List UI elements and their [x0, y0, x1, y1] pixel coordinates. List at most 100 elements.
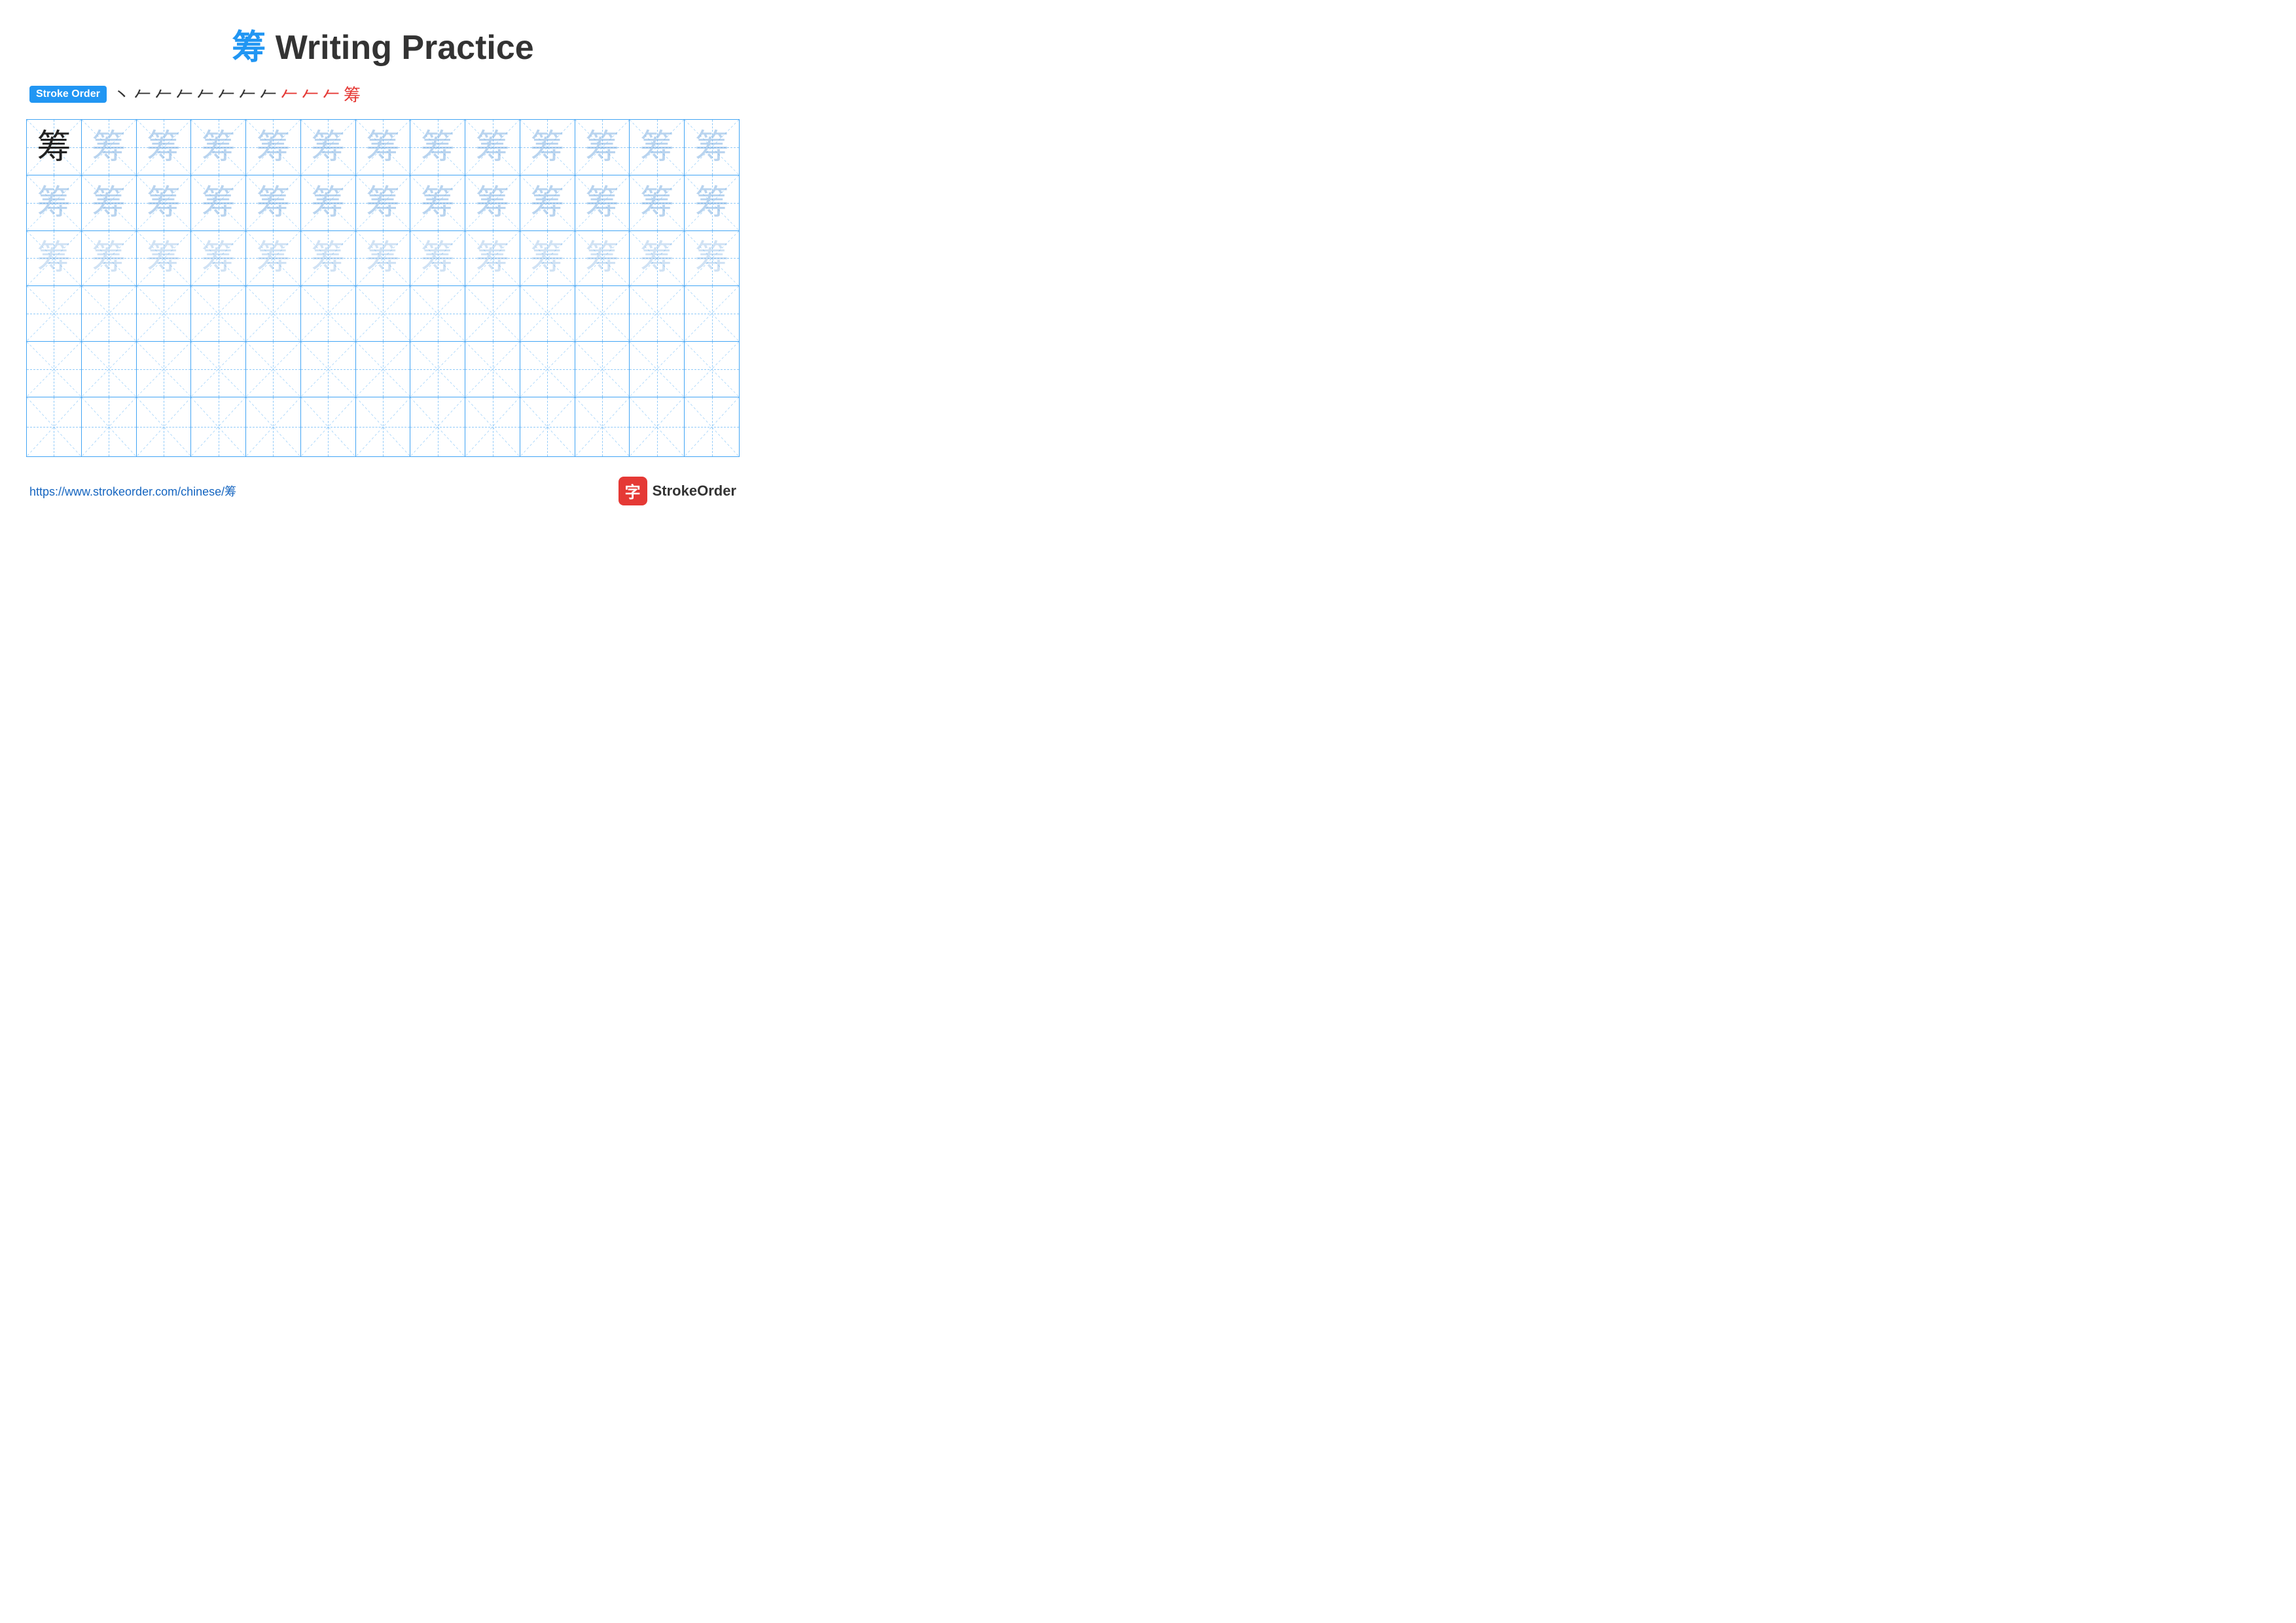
footer-brand: 字 StrokeOrder — [619, 477, 736, 505]
grid-cell-5-3[interactable] — [137, 342, 192, 397]
grid-cell-5-12[interactable] — [630, 342, 685, 397]
grid-cell-2-13[interactable]: 筹 — [685, 175, 739, 230]
grid-cell-3-9[interactable]: 筹 — [465, 231, 520, 286]
grid-cell-4-13[interactable] — [685, 286, 739, 341]
grid-cell-4-4[interactable] — [191, 286, 246, 341]
grid-cell-2-5[interactable]: 筹 — [246, 175, 301, 230]
grid-cell-6-5[interactable] — [246, 397, 301, 456]
grid-cell-3-2[interactable]: 筹 — [82, 231, 137, 286]
grid-cell-5-9[interactable] — [465, 342, 520, 397]
grid-cell-3-1[interactable]: 筹 — [27, 231, 82, 286]
grid-cell-5-4[interactable] — [191, 342, 246, 397]
grid-cell-6-7[interactable] — [356, 397, 411, 456]
footer-url[interactable]: https://www.strokeorder.com/chinese/筹 — [29, 483, 236, 500]
grid-cell-2-11[interactable]: 筹 — [575, 175, 630, 230]
grid-cell-2-8[interactable]: 筹 — [410, 175, 465, 230]
grid-cell-4-6[interactable] — [301, 286, 356, 341]
footer-logo: 字 — [619, 477, 647, 505]
grid-cell-2-12[interactable]: 筹 — [630, 175, 685, 230]
grid-cell-5-7[interactable] — [356, 342, 411, 397]
grid-cell-1-10[interactable]: 筹 — [520, 120, 575, 175]
grid-cell-2-1[interactable]: 筹 — [27, 175, 82, 230]
stroke-step-8: 𠂉 — [260, 82, 277, 106]
grid-cell-4-7[interactable] — [356, 286, 411, 341]
grid-cell-3-5[interactable]: 筹 — [246, 231, 301, 286]
stroke-step-4: 𠂉 — [176, 82, 193, 106]
stroke-step-7: 𠂉 — [239, 82, 256, 106]
grid-cell-6-6[interactable] — [301, 397, 356, 456]
grid-cell-5-13[interactable] — [685, 342, 739, 397]
stroke-order-row: Stroke Order 丶 𠂉 𠂉 𠂉 𠂉 𠂉 𠂉 𠂉 𠂉 𠂉 𠂉 筹 — [26, 82, 740, 106]
grid-cell-4-3[interactable] — [137, 286, 192, 341]
grid-cell-3-3[interactable]: 筹 — [137, 231, 192, 286]
title-char: 筹 — [232, 29, 266, 67]
grid-cell-5-2[interactable] — [82, 342, 137, 397]
stroke-step-12: 筹 — [344, 82, 361, 106]
grid-cell-6-2[interactable] — [82, 397, 137, 456]
grid-cell-3-12[interactable]: 筹 — [630, 231, 685, 286]
grid-cell-6-1[interactable] — [27, 397, 82, 456]
grid-cell-6-10[interactable] — [520, 397, 575, 456]
stroke-step-5: 𠂉 — [197, 82, 214, 106]
grid-cell-4-10[interactable] — [520, 286, 575, 341]
grid-cell-3-4[interactable]: 筹 — [191, 231, 246, 286]
grid-cell-4-2[interactable] — [82, 286, 137, 341]
grid-cell-5-8[interactable] — [410, 342, 465, 397]
grid-cell-1-11[interactable]: 筹 — [575, 120, 630, 175]
grid-row-6 — [27, 397, 739, 456]
grid-cell-6-13[interactable] — [685, 397, 739, 456]
grid-cell-6-11[interactable] — [575, 397, 630, 456]
stroke-step-9: 𠂉 — [281, 82, 298, 106]
grid-cell-1-7[interactable]: 筹 — [356, 120, 411, 175]
grid-cell-3-7[interactable]: 筹 — [356, 231, 411, 286]
grid-cell-3-13[interactable]: 筹 — [685, 231, 739, 286]
stroke-step-1: 丶 — [113, 82, 130, 106]
grid-cell-2-7[interactable]: 筹 — [356, 175, 411, 230]
grid-cell-6-9[interactable] — [465, 397, 520, 456]
footer-brand-name: StrokeOrder — [653, 483, 736, 500]
grid-cell-5-6[interactable] — [301, 342, 356, 397]
stroke-steps: 丶 𠂉 𠂉 𠂉 𠂉 𠂉 𠂉 𠂉 𠂉 𠂉 𠂉 筹 — [113, 82, 361, 106]
grid-cell-6-3[interactable] — [137, 397, 192, 456]
practice-char-dark: 筹 — [37, 130, 71, 164]
grid-cell-6-12[interactable] — [630, 397, 685, 456]
grid-cell-1-8[interactable]: 筹 — [410, 120, 465, 175]
grid-row-3: 筹 筹 筹 筹 筹 筹 筹 筹 — [27, 231, 739, 287]
grid-cell-4-5[interactable] — [246, 286, 301, 341]
grid-cell-5-5[interactable] — [246, 342, 301, 397]
grid-cell-1-12[interactable]: 筹 — [630, 120, 685, 175]
grid-cell-3-11[interactable]: 筹 — [575, 231, 630, 286]
grid-cell-2-6[interactable]: 筹 — [301, 175, 356, 230]
grid-cell-4-8[interactable] — [410, 286, 465, 341]
grid-cell-1-9[interactable]: 筹 — [465, 120, 520, 175]
title-text: Writing Practice — [266, 29, 533, 67]
grid-cell-5-10[interactable] — [520, 342, 575, 397]
grid-cell-4-9[interactable] — [465, 286, 520, 341]
grid-cell-2-10[interactable]: 筹 — [520, 175, 575, 230]
grid-cell-1-3[interactable]: 筹 — [137, 120, 192, 175]
grid-cell-5-1[interactable] — [27, 342, 82, 397]
stroke-step-6: 𠂉 — [218, 82, 235, 106]
grid-cell-3-6[interactable]: 筹 — [301, 231, 356, 286]
footer: https://www.strokeorder.com/chinese/筹 字 … — [26, 477, 740, 505]
grid-cell-3-10[interactable]: 筹 — [520, 231, 575, 286]
grid-cell-1-13[interactable]: 筹 — [685, 120, 739, 175]
grid-cell-4-11[interactable] — [575, 286, 630, 341]
grid-cell-1-4[interactable]: 筹 — [191, 120, 246, 175]
grid-cell-2-2[interactable]: 筹 — [82, 175, 137, 230]
grid-cell-1-5[interactable]: 筹 — [246, 120, 301, 175]
grid-cell-1-6[interactable]: 筹 — [301, 120, 356, 175]
grid-cell-5-11[interactable] — [575, 342, 630, 397]
grid-cell-6-4[interactable] — [191, 397, 246, 456]
grid-cell-6-8[interactable] — [410, 397, 465, 456]
stroke-step-2: 𠂉 — [134, 82, 151, 106]
grid-cell-4-12[interactable] — [630, 286, 685, 341]
grid-cell-3-8[interactable]: 筹 — [410, 231, 465, 286]
grid-cell-1-2[interactable]: 筹 — [82, 120, 137, 175]
grid-cell-2-4[interactable]: 筹 — [191, 175, 246, 230]
stroke-step-10: 𠂉 — [302, 82, 319, 106]
grid-cell-4-1[interactable] — [27, 286, 82, 341]
grid-cell-2-9[interactable]: 筹 — [465, 175, 520, 230]
grid-cell-1-1[interactable]: 筹 — [27, 120, 82, 175]
grid-cell-2-3[interactable]: 筹 — [137, 175, 192, 230]
